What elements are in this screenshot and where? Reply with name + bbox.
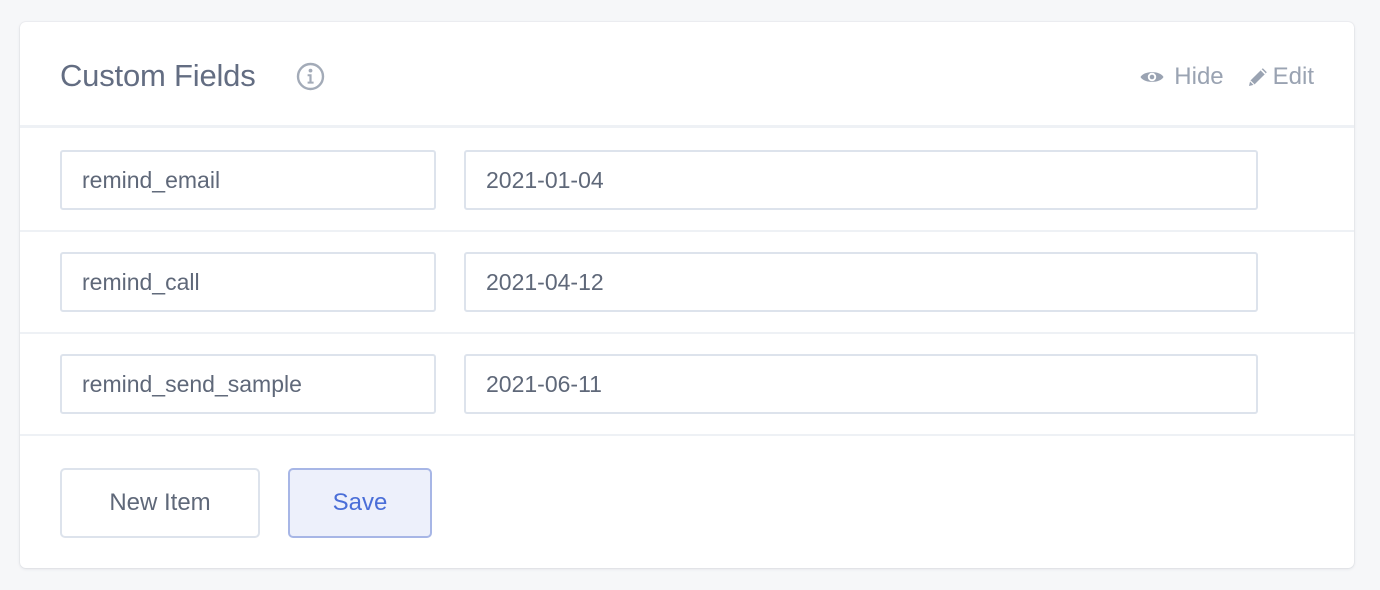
- field-value-input[interactable]: [464, 354, 1258, 414]
- field-value-input[interactable]: [464, 150, 1258, 210]
- header-actions: Hide Edit: [1139, 60, 1314, 94]
- info-circle-icon[interactable]: [296, 62, 325, 91]
- field-key-input[interactable]: [60, 354, 436, 414]
- card-title: Custom Fields: [60, 58, 256, 93]
- pencil-icon: [1246, 65, 1270, 89]
- card-footer: New Item Save: [20, 438, 1354, 568]
- custom-fields-card: Custom Fields Hide Edit remind_email 202…: [20, 22, 1354, 568]
- field-row: [20, 232, 1354, 334]
- hide-button[interactable]: Hide: [1139, 63, 1224, 91]
- save-button[interactable]: Save: [288, 468, 432, 538]
- eye-icon: [1139, 68, 1165, 86]
- new-item-button[interactable]: New Item: [60, 468, 260, 538]
- hide-label: Hide: [1174, 63, 1224, 90]
- card-header: Custom Fields Hide Edit: [20, 22, 1354, 128]
- field-value-input[interactable]: [464, 252, 1258, 312]
- field-key-input[interactable]: [60, 252, 436, 312]
- edit-button[interactable]: Edit: [1246, 63, 1314, 91]
- edit-label: Edit: [1272, 63, 1314, 90]
- field-row: [20, 130, 1354, 232]
- field-key-input[interactable]: [60, 150, 436, 210]
- field-row: [20, 334, 1354, 436]
